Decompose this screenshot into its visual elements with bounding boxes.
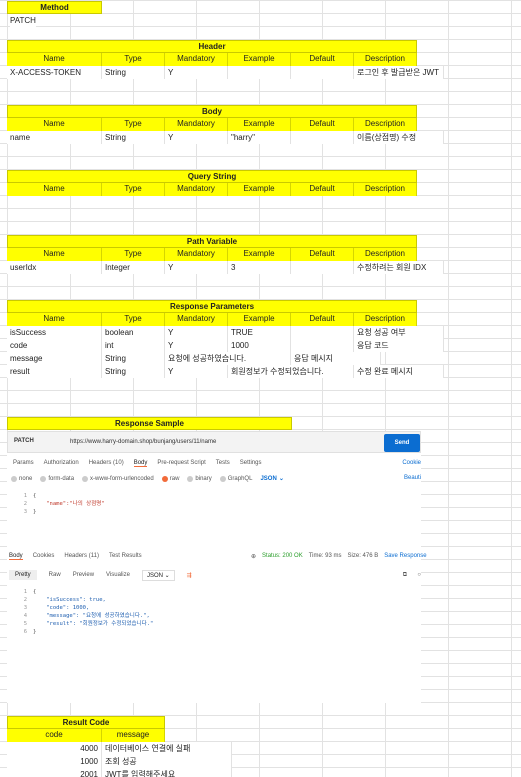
col-example: Example [228, 53, 291, 66]
sample-section-title: Response Sample [7, 417, 292, 430]
radio-form-data[interactable]: form-data [40, 475, 74, 482]
time-text: Time: 93 ms [308, 553, 342, 559]
tab-settings[interactable]: Settings [240, 460, 262, 467]
tab-res-body[interactable]: Body [9, 553, 23, 560]
table-row[interactable]: 2001 JWT를 입력해주세요 [7, 768, 232, 777]
radio-graphql[interactable]: GraphQL [219, 475, 252, 482]
table-row[interactable]: isSuccess boolean Y TRUE 요청 성공 여부 [7, 326, 444, 339]
radio-none[interactable]: none [11, 475, 32, 482]
table-row[interactable]: name String Y "harry" 이름(상점명) 수정 [7, 131, 444, 144]
table-row[interactable]: message String 요청에 성공하였습니다. 응답 메시지 [7, 352, 381, 365]
tab-preview[interactable]: Preview [73, 572, 94, 578]
beautify-link[interactable]: Beauti [404, 475, 421, 481]
json-dropdown[interactable]: JSON ⌄ [260, 475, 284, 483]
tab-res-headers[interactable]: Headers (11) [64, 553, 99, 560]
tab-params[interactable]: Params [13, 460, 34, 467]
response-status: ⊕ Status: 200 OK Time: 93 ms Size: 476 B… [251, 553, 427, 560]
save-response-button[interactable]: Save Response [384, 553, 426, 560]
tab-raw[interactable]: Raw [49, 572, 61, 578]
table-row[interactable]: 1000 조회 성공 [7, 755, 232, 768]
response-tabs: Body Cookies Headers (11) Test Results [9, 553, 142, 560]
size-text: Size: 476 B [347, 553, 379, 559]
path-section-title: Path Variable [7, 235, 417, 248]
response-body-viewer[interactable]: 1{ 2 "isSuccess": true, 3 "code": 1000, … [7, 589, 421, 639]
tab-res-cookies[interactable]: Cookies [33, 553, 55, 560]
request-tabs: Params Authorization Headers (10) Body P… [13, 460, 261, 467]
body-section-title: Body [7, 105, 417, 118]
radio-urlencoded[interactable]: x-www-form-urlencoded [82, 475, 154, 482]
tab-pretty[interactable]: Pretty [9, 570, 37, 580]
url-input[interactable]: https://www.harry-domain.shop/bunjang/us… [70, 439, 216, 445]
response-format-select[interactable]: JSON ⌄ [141, 569, 175, 581]
wrap-icon[interactable]: ⇶ [187, 572, 192, 579]
col-default: Default [291, 53, 354, 66]
radio-raw[interactable]: raw [161, 475, 179, 482]
body-type-radios: none form-data x-www-form-urlencoded raw… [11, 475, 284, 482]
send-button[interactable]: Send [384, 434, 420, 452]
table-row[interactable]: userIdx Integer Y 3 수정하려는 회원 IDX [7, 261, 444, 274]
col-name: Name [7, 53, 102, 66]
col-type: Type [102, 53, 165, 66]
request-body-editor[interactable]: 1{ 2 "name":"나의 상점명" 3} [7, 493, 421, 519]
method-title: Method [7, 1, 102, 14]
header-section-title: Header [7, 40, 417, 53]
request-bar: PATCH https://www.harry-domain.shop/bunj… [7, 431, 421, 453]
response-columns: Name Type Mandatory Example Default Descripti… [7, 313, 417, 326]
table-row[interactable]: X-ACCESS-TOKEN String Y 로그인 후 발급받은 JWT [7, 66, 444, 79]
tab-headers[interactable]: Headers (10) [89, 460, 124, 467]
col-mandatory: Mandatory [165, 53, 228, 66]
status-text: Status: 200 OK [262, 553, 303, 559]
query-columns: Name Type Mandatory Example Default Descripti… [7, 183, 417, 196]
path-columns: Name Type Mandatory Example Default Descripti… [7, 248, 417, 261]
table-row[interactable]: code int Y 1000 응답 코드 [7, 339, 444, 352]
header-columns: Name Type Mandatory Example Default Descripti… [7, 53, 417, 66]
result-code-columns: code message [7, 729, 165, 742]
copy-icon[interactable]: ⧉ [403, 572, 407, 579]
postman-screenshot: PATCH https://www.harry-domain.shop/bunj… [7, 431, 427, 703]
method-value[interactable]: PATCH [10, 15, 36, 27]
tab-prerequest[interactable]: Pre-request Script [157, 460, 205, 467]
tab-visualize[interactable]: Visualize [106, 572, 130, 578]
chevron-down-icon: ⌄ [278, 476, 284, 482]
tab-test-results[interactable]: Test Results [109, 553, 142, 560]
tab-body[interactable]: Body [133, 460, 148, 467]
method-select[interactable]: PATCH [14, 438, 34, 444]
radio-binary[interactable]: binary [187, 475, 212, 482]
body-columns: Name Type Mandatory Example Default Descripti… [7, 118, 417, 131]
query-section-title: Query String [7, 170, 417, 183]
table-row[interactable]: result String Y 회원정보가 수정되었습니다. 수정 완료 메시지 [7, 365, 444, 378]
tab-tests[interactable]: Tests [216, 460, 230, 467]
view-tabs: Pretty Raw Preview Visualize JSON ⌄ ⇶ ⧉ … [9, 568, 421, 582]
tab-authorization[interactable]: Authorization [44, 460, 79, 467]
col-description: Description [354, 53, 417, 66]
cookies-link[interactable]: Cookie [402, 460, 421, 466]
response-section-title: Response Parameters [7, 300, 417, 313]
result-code-title: Result Code [7, 716, 165, 729]
table-row[interactable]: 4000 데이터베이스 연결에 실패 [7, 742, 232, 755]
globe-icon: ⊕ [251, 554, 257, 560]
search-icon[interactable]: ○ [417, 572, 421, 578]
